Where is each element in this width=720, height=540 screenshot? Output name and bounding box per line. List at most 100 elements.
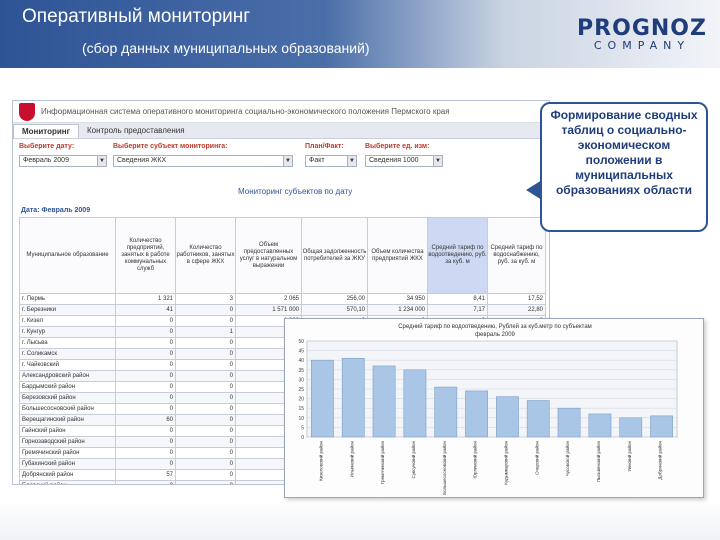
subject-select[interactable]: Сведения ЖКХ ▼ — [113, 155, 293, 167]
date-select[interactable]: Февраль 2009 ▼ — [19, 155, 107, 167]
bar — [496, 396, 519, 438]
chart-panel: Средний тариф по водоотведению, Рублей з… — [284, 318, 704, 498]
table-header-cell[interactable]: Средний тариф по водоснабжению, руб. за … — [487, 217, 546, 294]
slide-title: Оперативный мониторинг — [22, 6, 251, 27]
subject-value: Сведения ЖКХ — [117, 157, 167, 164]
value-cell: 0 — [175, 392, 236, 404]
municipality-cell: г. Березники — [19, 304, 116, 316]
table-header-cell[interactable]: Количество предприятий, занятых в работе… — [115, 217, 176, 294]
value-cell: 0 — [115, 315, 176, 327]
value-cell: 57 — [115, 469, 176, 481]
value-cell: 0 — [175, 436, 236, 448]
table-header-cell[interactable]: Муниципальное образование — [19, 217, 116, 294]
x-tick-label: Лысьвенский район — [595, 440, 601, 482]
value-cell: 0 — [115, 370, 176, 382]
table-header-row: Муниципальное образование Количество пред… — [19, 217, 546, 294]
municipality-cell: г. Кунгур — [19, 326, 116, 338]
period-label: Дата: Февраль 2009 — [21, 207, 91, 214]
municipality-cell: Березовский район — [19, 392, 116, 404]
value-cell: 1 321 — [115, 293, 176, 305]
x-tick-label: Большесосновский район — [441, 440, 447, 494]
table-header-cell[interactable]: Объем предоставленных услуг в натурально… — [235, 217, 302, 294]
bar-chart: 0 5 10 15 20 25 30 35 40 45 50 Кизеловский район Иль… — [298, 339, 678, 495]
bar — [588, 413, 612, 438]
chevron-down-icon: ▼ — [347, 156, 356, 166]
x-tick-label: Кизеловский район — [317, 440, 323, 481]
bar — [465, 390, 488, 438]
value-cell: 0 — [175, 425, 236, 437]
y-tick-label: 15 — [298, 406, 304, 412]
table-header-cell[interactable]: Количество работников, занятых в сфере Ж… — [175, 217, 236, 294]
tab-monitoring[interactable]: Мониторинг — [13, 123, 79, 138]
municipality-cell: Добрянский район — [19, 469, 116, 481]
callout-box: Формирование сводных таблиц о социально-… — [540, 102, 708, 232]
municipality-cell: Верещагинский район — [19, 414, 116, 426]
value-cell: 60 — [115, 414, 176, 426]
value-cell: 7,17 — [427, 304, 488, 316]
monitoring-title: Мониторинг субъектов по дату — [238, 187, 353, 196]
x-tick-label: Суксунский район — [410, 440, 416, 478]
value-cell: 8,41 — [427, 293, 488, 305]
bar — [341, 357, 365, 438]
municipality-cell: Губахинский район — [19, 458, 116, 470]
table-row[interactable]: г. Пермь 1 321 3 2 065 256,00 34 950 8,41 17,52 — [19, 293, 546, 305]
municipality-cell: Гайнский район — [19, 425, 116, 437]
municipality-cell: Горнозаводский район — [19, 436, 116, 448]
table-header-cell[interactable]: Общая задолженность потребителей за ЖКУ — [301, 217, 368, 294]
bar — [619, 417, 643, 438]
x-tick-label: Юрлинский район — [472, 440, 478, 478]
tab-control[interactable]: Контроль предоставления — [79, 124, 193, 137]
slide-subtitle: (сбор данных муниципальных образований) — [82, 40, 370, 56]
y-tick-label: 35 — [298, 368, 304, 374]
x-tick-label: Очерский район — [533, 440, 539, 474]
value-cell: 2 065 — [235, 293, 302, 305]
value-cell: 0 — [175, 381, 236, 393]
y-tick-label: 50 — [298, 339, 304, 345]
value-cell: 570,10 — [301, 304, 368, 316]
value-cell: 0 — [115, 425, 176, 437]
prognoz-logo: PROGNOZ COMPANY — [572, 18, 712, 52]
value-cell: 0 — [175, 414, 236, 426]
value-cell: 0 — [115, 348, 176, 360]
value-cell: 0 — [115, 447, 176, 459]
x-tick-label: Добрянский район — [657, 440, 663, 479]
bar — [434, 386, 458, 438]
value-cell: 1 — [175, 326, 236, 338]
value-cell: 41 — [115, 304, 176, 316]
date-value: Февраль 2009 — [23, 157, 69, 164]
value-cell: 0 — [115, 480, 176, 484]
x-tick-label: Гремячинский район — [379, 440, 385, 484]
units-value: Сведения 1000 — [369, 157, 419, 164]
municipality-cell: г. Пермь — [19, 293, 116, 305]
municipality-cell: г. Кизел — [19, 315, 116, 327]
value-cell: 0 — [175, 370, 236, 382]
value-cell: 0 — [115, 403, 176, 415]
municipality-cell: Бардымский район — [19, 381, 116, 393]
x-tick-label: Ильинский район — [348, 440, 354, 477]
filters-bar: Выберите дату: Февраль 2009 ▼ Выберите с… — [13, 139, 549, 179]
municipality-cell: Еловский район — [19, 480, 116, 484]
municipality-cell: Александровский район — [19, 370, 116, 382]
value-cell: 0 — [115, 326, 176, 338]
table-header-cell[interactable]: Средний тариф по водоотведению, руб. за … — [427, 217, 488, 294]
y-tick-label: 25 — [298, 387, 304, 393]
plan-fact-select[interactable]: Факт ▼ — [305, 155, 357, 167]
municipality-cell: Гремячинский район — [19, 447, 116, 459]
value-cell: 0 — [175, 469, 236, 481]
table-row[interactable]: г. Березники 41 0 1 571 000 570,10 1 234 000 7… — [19, 304, 546, 316]
subject-label: Выберите субъект мониторинга: — [113, 143, 228, 150]
municipality-cell: Большесосновский район — [19, 403, 116, 415]
municipality-cell: г. Лысьва — [19, 337, 116, 349]
slide-header: Оперативный мониторинг (сбор данных муни… — [0, 0, 720, 68]
value-cell: 0 — [175, 304, 236, 316]
x-tick-label: Кудымкарский район — [502, 440, 508, 484]
value-cell: 0 — [115, 381, 176, 393]
table-header-cell[interactable]: Объем количества предприятий ЖКХ — [367, 217, 428, 294]
units-select[interactable]: Сведения 1000 ▼ — [365, 155, 443, 167]
value-cell: 17,52 — [487, 293, 546, 305]
chevron-down-icon: ▼ — [283, 156, 292, 166]
value-cell: 22,80 — [487, 304, 546, 316]
bar — [557, 407, 581, 438]
value-cell: 0 — [115, 359, 176, 371]
perm-emblem-icon — [19, 102, 35, 121]
